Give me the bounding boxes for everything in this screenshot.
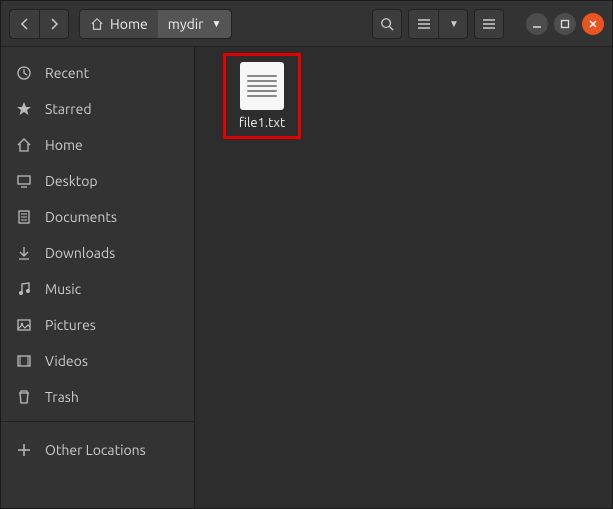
trash-icon	[15, 389, 33, 405]
sidebar-item-label: Downloads	[45, 245, 115, 261]
toolbar: Home mydir ▼ ▼	[1, 1, 612, 47]
videos-icon	[15, 353, 33, 369]
sidebar-item-label: Documents	[45, 209, 117, 225]
music-icon	[15, 281, 33, 297]
documents-icon	[15, 209, 33, 225]
sidebar-item-label: Desktop	[45, 173, 98, 189]
path-segment-current[interactable]: mydir ▼	[158, 10, 232, 38]
home-icon	[15, 137, 33, 153]
view-list-button[interactable]	[408, 9, 438, 39]
file-label: file1.txt	[239, 116, 285, 130]
close-button[interactable]	[582, 13, 604, 35]
star-icon	[15, 101, 33, 117]
list-icon	[417, 18, 431, 30]
plus-icon	[15, 443, 33, 457]
back-button[interactable]	[9, 9, 39, 39]
sidebar-item-videos[interactable]: Videos	[1, 343, 194, 379]
path-current-label: mydir	[168, 16, 204, 32]
right-controls: ▼	[372, 9, 604, 39]
sidebar-item-pictures[interactable]: Pictures	[1, 307, 194, 343]
clock-icon	[15, 65, 33, 81]
menu-button[interactable]	[474, 9, 504, 39]
dropdown-icon: ▼	[449, 18, 459, 30]
sidebar-item-label: Other Locations	[45, 442, 146, 458]
chevron-right-icon	[49, 18, 59, 30]
sidebar-item-documents[interactable]: Documents	[1, 199, 194, 235]
minimize-button[interactable]	[526, 13, 548, 35]
search-button[interactable]	[372, 9, 402, 39]
sidebar: Recent Starred Home Desktop Documents Do…	[1, 47, 195, 508]
maximize-button[interactable]	[554, 13, 576, 35]
file-item[interactable]: file1.txt	[223, 53, 301, 139]
sidebar-item-recent[interactable]: Recent	[1, 55, 194, 91]
content-area[interactable]: file1.txt	[195, 47, 612, 508]
sidebar-item-starred[interactable]: Starred	[1, 91, 194, 127]
view-dropdown-button[interactable]: ▼	[438, 9, 468, 39]
sidebar-item-trash[interactable]: Trash	[1, 379, 194, 415]
download-icon	[15, 245, 33, 261]
minimize-icon	[532, 19, 542, 29]
sidebar-item-label: Home	[45, 137, 83, 153]
sidebar-item-desktop[interactable]: Desktop	[1, 163, 194, 199]
maximize-icon	[560, 19, 570, 29]
text-file-icon	[240, 62, 284, 110]
pictures-icon	[15, 317, 33, 333]
path-bar: Home mydir ▼	[79, 9, 232, 39]
chevron-left-icon	[20, 18, 30, 30]
path-segment-home[interactable]: Home	[80, 10, 158, 38]
dropdown-icon: ▼	[211, 18, 221, 30]
path-home-label: Home	[110, 16, 148, 32]
sidebar-item-label: Videos	[45, 353, 88, 369]
nav-group	[9, 9, 69, 39]
search-icon	[380, 17, 394, 31]
home-icon	[90, 17, 104, 31]
forward-button[interactable]	[39, 9, 69, 39]
sidebar-item-home[interactable]: Home	[1, 127, 194, 163]
sidebar-item-label: Starred	[45, 101, 92, 117]
close-icon	[588, 19, 598, 29]
hamburger-icon	[482, 18, 496, 30]
sidebar-item-music[interactable]: Music	[1, 271, 194, 307]
sidebar-item-downloads[interactable]: Downloads	[1, 235, 194, 271]
body: Recent Starred Home Desktop Documents Do…	[1, 47, 612, 508]
file-manager-window: Home mydir ▼ ▼	[0, 0, 613, 509]
sidebar-item-label: Recent	[45, 65, 89, 81]
sidebar-divider	[1, 421, 194, 422]
desktop-icon	[15, 173, 33, 189]
sidebar-item-other-locations[interactable]: Other Locations	[1, 432, 194, 468]
sidebar-item-label: Pictures	[45, 317, 96, 333]
sidebar-item-label: Trash	[45, 389, 79, 405]
sidebar-item-label: Music	[45, 281, 81, 297]
